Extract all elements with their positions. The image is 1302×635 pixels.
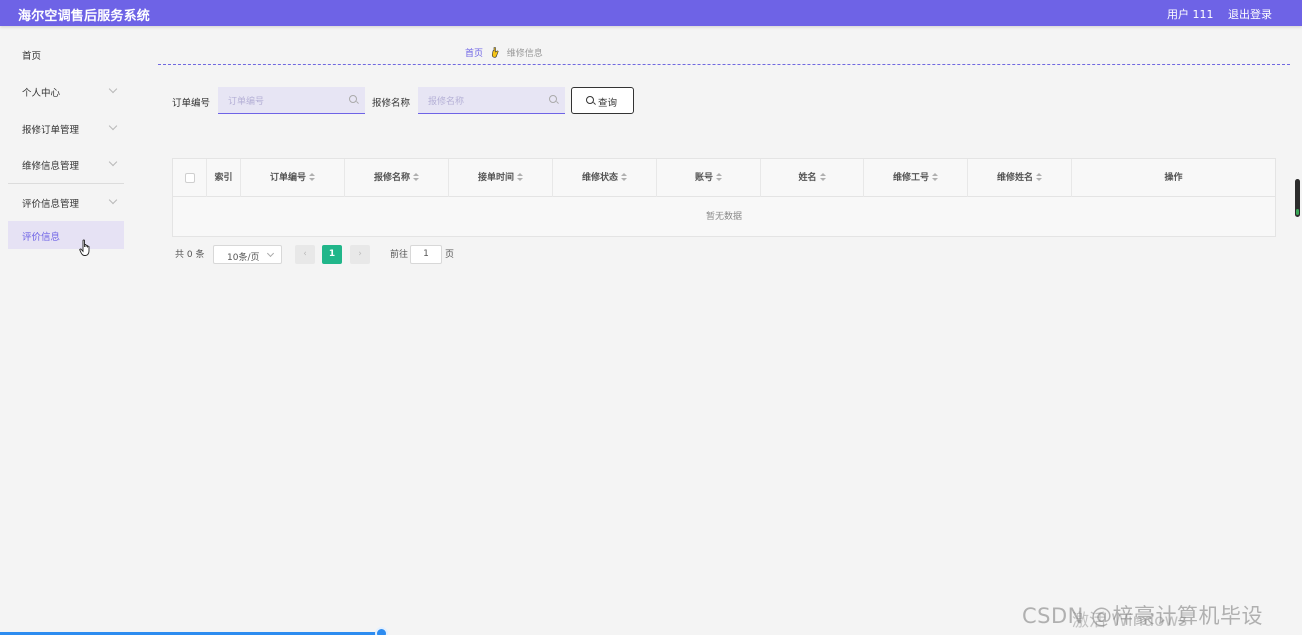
- sidebar-item-label: 报修订单管理: [22, 125, 80, 136]
- sort-icon[interactable]: [517, 173, 523, 182]
- next-page-button[interactable]: ›: [350, 245, 370, 264]
- sort-icon[interactable]: [819, 173, 826, 182]
- sidebar-item-label: 评价信息管理: [22, 199, 80, 210]
- sort-icon[interactable]: [309, 173, 315, 182]
- column-header-worker-name[interactable]: 维修姓名: [968, 159, 1072, 197]
- sidebar: 首页 个人中心 报修订单管理 维修信息管理 评价信息管理 评价信息: [0, 26, 130, 635]
- chevron-down-icon: [266, 249, 275, 258]
- repair-name-label: 报修名称: [372, 98, 411, 109]
- progress-handle[interactable]: [375, 627, 388, 635]
- sidebar-subitem-evaluation-info[interactable]: 评价信息: [8, 221, 124, 249]
- sort-icon[interactable]: [413, 173, 419, 182]
- sort-icon[interactable]: [716, 173, 722, 182]
- menu-divider: [8, 183, 124, 184]
- sidebar-item-personal-center[interactable]: 个人中心: [8, 77, 124, 105]
- table-header: 索引 订单编号 报修名称 接单时间 维修状态 账号 姓名 维修工号 维修姓名 操…: [173, 159, 1275, 197]
- breadcrumb-divider: [158, 64, 1290, 65]
- csdn-watermark: CSDN @梓豪计算机毕设: [1022, 604, 1264, 628]
- current-user-label: 用户 111: [1167, 8, 1214, 21]
- breadcrumb-home-link[interactable]: 首页: [465, 49, 483, 59]
- search-icon: [349, 95, 357, 103]
- sort-icon[interactable]: [621, 173, 627, 182]
- chevron-down-icon: [108, 84, 118, 94]
- top-header-bar: 海尔空调售后服务系统 用户 111 退出登录: [0, 0, 1302, 26]
- column-header-accept-time[interactable]: 接单时间: [449, 159, 553, 197]
- goto-page-input[interactable]: 1: [410, 245, 442, 264]
- sidebar-item-label: 维修信息管理: [22, 161, 80, 172]
- pagination-total: 共 0 条: [175, 250, 205, 260]
- column-header-index: 索引: [207, 159, 241, 197]
- sidebar-item-home[interactable]: 首页: [8, 40, 124, 68]
- sort-icon[interactable]: [1036, 173, 1042, 182]
- app-title: 海尔空调售后服务系统: [18, 9, 151, 24]
- sidebar-item-repair-orders[interactable]: 报修订单管理: [8, 114, 124, 142]
- column-header-account[interactable]: 账号: [657, 159, 761, 197]
- sidebar-item-maintenance-info[interactable]: 维修信息管理: [8, 150, 124, 178]
- column-header-name[interactable]: 姓名: [761, 159, 864, 197]
- goto-suffix: 页: [445, 250, 455, 260]
- goto-label: 前往: [390, 250, 409, 260]
- scrollbar[interactable]: [1295, 179, 1300, 217]
- sort-icon[interactable]: [932, 173, 938, 182]
- page-size-select[interactable]: 10条/页: [213, 245, 282, 264]
- breadcrumb: 首页 维修信息: [465, 46, 543, 59]
- order-number-input[interactable]: 订单编号: [218, 87, 365, 114]
- column-header-repair-name[interactable]: 报修名称: [345, 159, 449, 197]
- logout-link[interactable]: 退出登录: [1228, 6, 1272, 22]
- chevron-down-icon: [108, 195, 118, 205]
- column-header-worker-id[interactable]: 维修工号: [864, 159, 968, 197]
- sidebar-item-label: 个人中心: [22, 88, 61, 99]
- select-all-column[interactable]: [173, 159, 207, 197]
- order-number-label: 订单编号: [172, 98, 211, 109]
- query-button-label: 查询: [598, 98, 618, 109]
- sidebar-item-label: 首页: [22, 51, 42, 62]
- select-all-checkbox[interactable]: [184, 172, 195, 183]
- column-header-actions: 操作: [1164, 173, 1183, 183]
- order-number-placeholder: 订单编号: [228, 97, 265, 107]
- page-size-value: 10条/页: [227, 253, 260, 263]
- sidebar-item-evaluation-management[interactable]: 评价信息管理: [8, 188, 124, 216]
- data-table: 索引 订单编号 报修名称 接单时间 维修状态 账号 姓名 维修工号 维修姓名 操…: [172, 158, 1276, 237]
- breadcrumb-separator-icon: [491, 47, 499, 58]
- column-header-order-number[interactable]: 订单编号: [241, 159, 345, 197]
- prev-page-button[interactable]: ‹: [295, 245, 315, 264]
- column-header-repair-status[interactable]: 维修状态: [553, 159, 657, 197]
- repair-name-placeholder: 报修名称: [428, 97, 465, 107]
- chevron-down-icon: [108, 121, 118, 131]
- search-icon: [549, 95, 557, 103]
- chevron-down-icon: [108, 157, 118, 167]
- repair-name-input[interactable]: 报修名称: [418, 87, 565, 114]
- breadcrumb-current: 维修信息: [506, 49, 543, 59]
- page-number-current[interactable]: 1: [322, 245, 342, 264]
- sidebar-item-label: 评价信息: [22, 232, 61, 243]
- empty-table-message: 暂无数据: [705, 212, 742, 222]
- search-icon: [586, 96, 594, 104]
- hand-pointer-icon: [79, 239, 90, 256]
- query-button[interactable]: 查询: [571, 87, 634, 114]
